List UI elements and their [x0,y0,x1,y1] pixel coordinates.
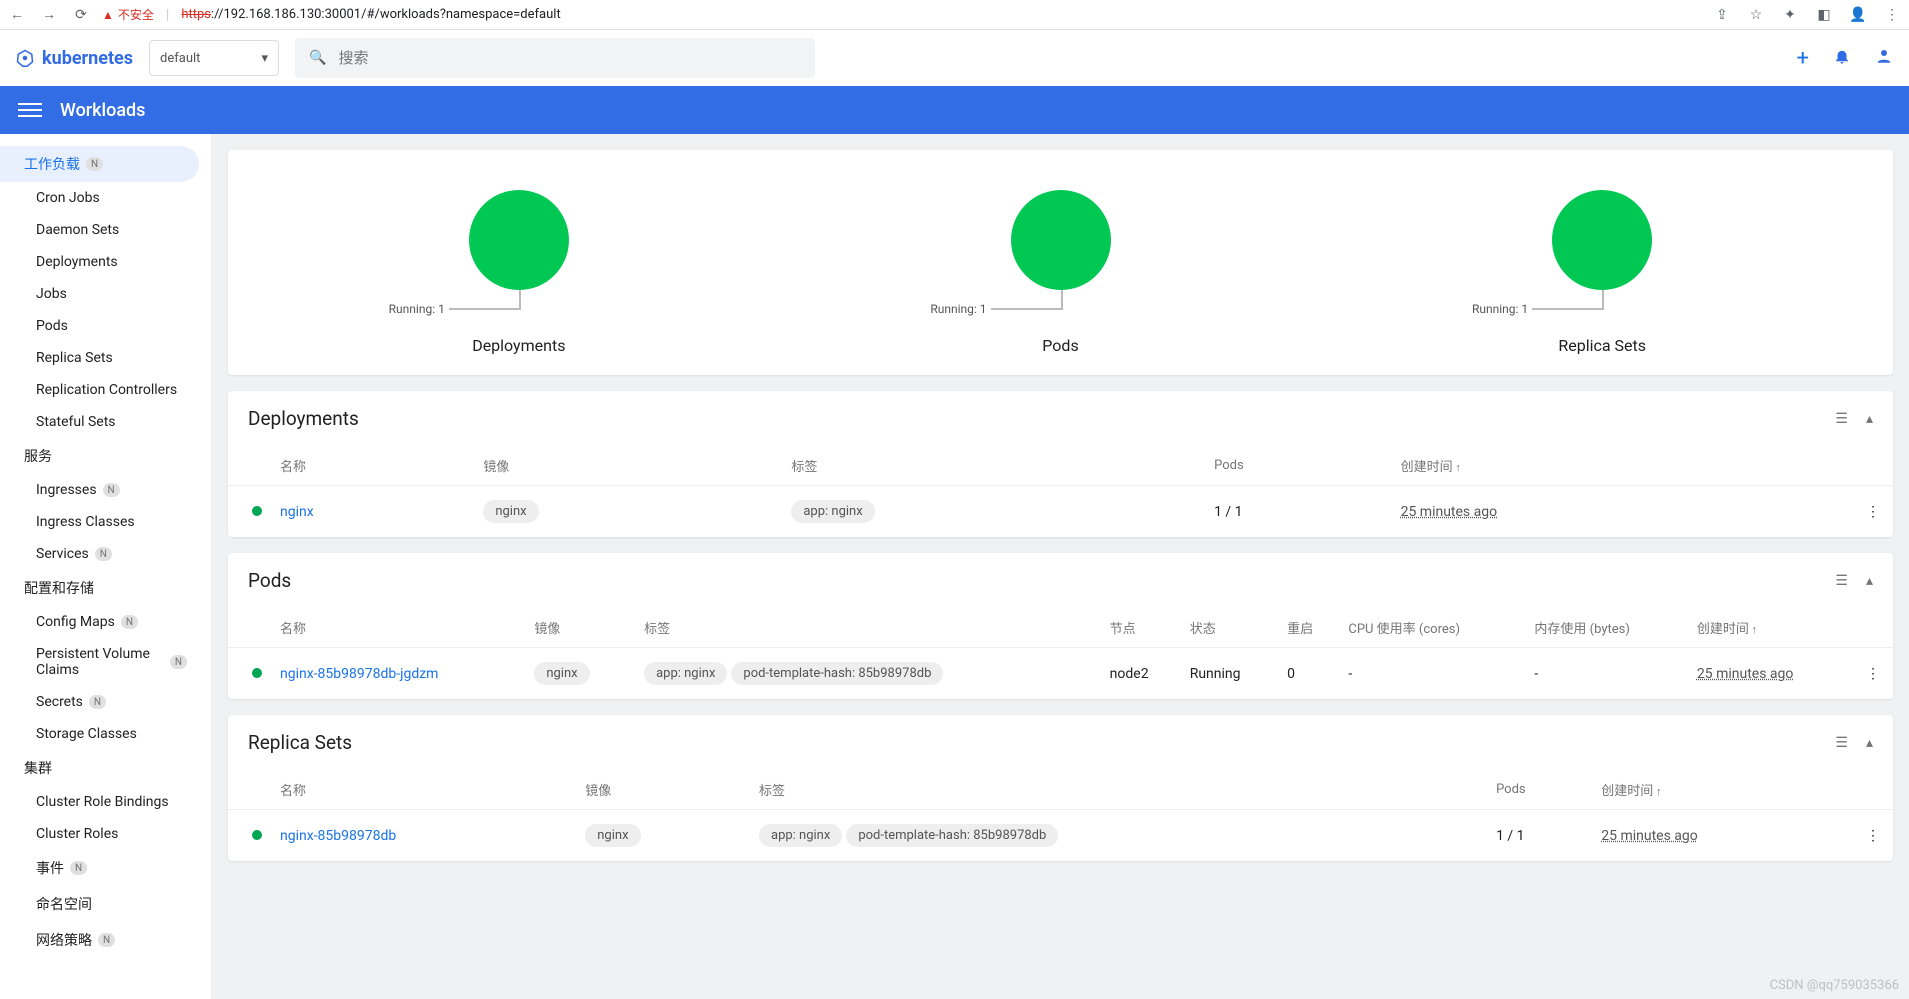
table-row: nginx-85b98978db nginx app: nginxpod-temp… [228,810,1893,862]
create-icon[interactable]: + [1797,46,1809,71]
label-chip: nginx [585,824,640,847]
collapse-icon[interactable]: ▴ [1866,573,1873,589]
sidebar-item[interactable]: ServicesN [0,538,211,570]
sidebar-item[interactable]: Replica Sets [0,342,211,374]
sidebar-item[interactable]: Config MapsN [0,606,211,638]
rs-table: 名称 镜像 标签 Pods 创建时间 nginx-85b98978db ngin… [228,770,1893,861]
extensions-icon[interactable]: ✦ [1781,6,1799,24]
sidebar-item[interactable]: Replication Controllers [0,374,211,406]
status-dot [252,506,262,516]
sidebar-item[interactable]: IngressesN [0,474,211,506]
filter-icon[interactable]: ☰ [1835,411,1848,427]
page-title: Workloads [60,100,145,121]
rs-title: Replica Sets [248,731,352,754]
row-menu-icon[interactable]: ⋮ [1853,648,1893,700]
back-icon[interactable]: ← [8,6,26,24]
page-header: Workloads [0,86,1909,134]
row-menu-icon[interactable]: ⋮ [1853,810,1893,862]
sidebar-item[interactable]: 事件N [0,850,211,886]
row-menu-icon[interactable]: ⋮ [1853,486,1893,538]
collapse-icon[interactable]: ▴ [1866,411,1873,427]
status-dot [252,830,262,840]
search-input[interactable] [338,49,801,67]
sidebar-item-workloads[interactable]: 工作负载N [0,146,199,182]
pods-table: 名称 镜像 标签 节点 状态 重启 CPU 使用率 (cores) 内存使用 (… [228,608,1893,699]
account-icon[interactable] [1875,47,1893,69]
pods-card: Pods ☰ ▴ 名称 镜像 标签 节点 状态 重启 CPU 使用率 (cores… [228,553,1893,699]
label-chip: app: nginx [791,500,874,523]
search-icon: 🔍 [309,50,326,66]
browser-toolbar: ← → ⟳ ▲ 不安全 | https://192.168.186.130:30… [0,0,1909,30]
sidebar-item[interactable]: Deployments [0,246,211,278]
sidebar-item[interactable]: Ingress Classes [0,506,211,538]
filter-icon[interactable]: ☰ [1835,573,1848,589]
search-box[interactable]: 🔍 [295,38,815,78]
sidebar: 工作负载N Cron JobsDaemon SetsDeploymentsJob… [0,134,212,999]
insecure-badge: ▲ 不安全 [102,6,154,23]
namespace-select[interactable]: default▾ [149,40,279,76]
sidebar-item[interactable]: Cluster Role Bindings [0,786,211,818]
sidebar-item[interactable]: Pods [0,310,211,342]
profile-icon[interactable]: 👤 [1849,6,1867,24]
deployments-table: 名称 镜像 标签 Pods 创建时间 nginx nginxapp: nginx… [228,446,1893,537]
sidebar-item[interactable]: 网络策略N [0,922,211,958]
k8s-icon [16,49,34,67]
label-chip: pod-template-hash: 85b98978db [731,662,943,685]
watermark: CSDN @qq759035366 [1770,978,1899,993]
main-content: Running: 1 Deployments Running: 1 Pods R… [212,134,1909,999]
sidebar-item[interactable]: Cron Jobs [0,182,211,214]
sidebar-item[interactable]: Stateful Sets [0,406,211,438]
label-chip: pod-template-hash: 85b98978db [846,824,1058,847]
deployments-title: Deployments [248,407,359,430]
menu-icon[interactable]: ⋮ [1883,6,1901,24]
table-row: nginx nginxapp: nginx1 / 1 25 minutes ag… [228,486,1893,538]
deployments-card: Deployments ☰▴ 名称 镜像 标签 Pods 创建时间 nginx … [228,391,1893,537]
kubernetes-logo[interactable]: kubernetes [16,48,133,69]
status-dot [252,668,262,678]
sidebar-item[interactable]: Cluster Roles [0,818,211,850]
table-row: nginx-85b98978db-jgdzm nginx app: nginxpo… [228,648,1893,700]
panel-icon[interactable]: ◧ [1815,6,1833,24]
status-chart: Running: 1 Replica Sets [1331,190,1873,355]
sidebar-item[interactable]: 命名空间 [0,886,211,922]
reload-icon[interactable]: ⟳ [72,6,90,24]
label-chip: nginx [483,500,538,523]
label-chip: nginx [534,662,589,685]
sidebar-item[interactable]: Persistent Volume ClaimsN [0,638,211,686]
pods-title: Pods [248,569,291,592]
sidebar-item[interactable]: Jobs [0,278,211,310]
status-chart: Running: 1 Deployments [248,190,790,355]
chevron-down-icon: ▾ [261,51,268,66]
label-chip: app: nginx [759,824,842,847]
sidebar-item[interactable]: SecretsN [0,686,211,718]
sidebar-item[interactable]: Daemon Sets [0,214,211,246]
status-chart: Running: 1 Pods [790,190,1332,355]
sidebar-header-config[interactable]: 配置和存储 [0,570,211,606]
sidebar-header-cluster[interactable]: 集群 [0,750,211,786]
filter-icon[interactable]: ☰ [1835,735,1848,751]
address-bar[interactable]: https://192.168.186.130:30001/#/workload… [181,7,560,22]
sidebar-item[interactable]: Storage Classes [0,718,211,750]
star-icon[interactable]: ☆ [1747,6,1765,24]
app-topbar: kubernetes default▾ 🔍 + [0,30,1909,86]
collapse-icon[interactable]: ▴ [1866,735,1873,751]
share-icon[interactable]: ⇪ [1713,6,1731,24]
resource-link[interactable]: nginx [280,504,314,520]
resource-link[interactable]: nginx-85b98978db-jgdzm [280,666,438,682]
overview-charts-card: Running: 1 Deployments Running: 1 Pods R… [228,150,1893,375]
label-chip: app: nginx [644,662,727,685]
sidebar-header-service[interactable]: 服务 [0,438,211,474]
forward-icon[interactable]: → [40,6,58,24]
hamburger-icon[interactable] [18,103,42,117]
bell-icon[interactable] [1833,47,1851,69]
resource-link[interactable]: nginx-85b98978db [280,828,396,844]
replicasets-card: Replica Sets ☰ ▴ 名称 镜像 标签 Pods 创建时间 nginx… [228,715,1893,861]
